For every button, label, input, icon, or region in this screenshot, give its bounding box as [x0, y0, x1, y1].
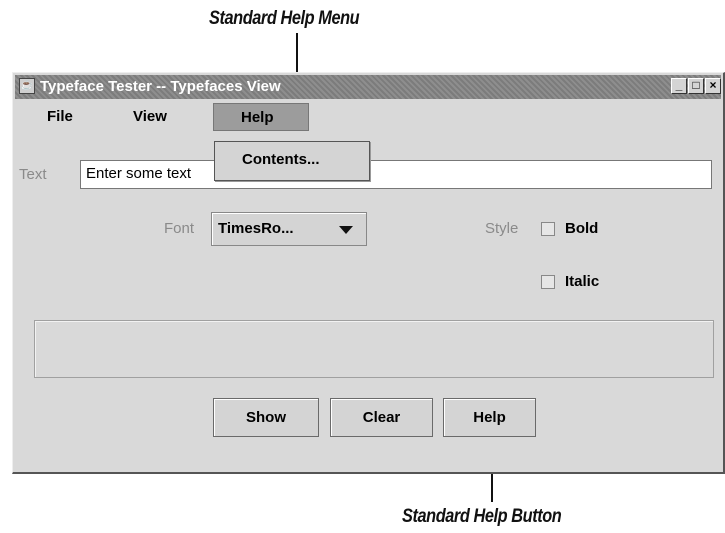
callout-standard-help-button: Standard Help Button [402, 506, 562, 527]
font-label: Font [164, 220, 195, 237]
bold-checkbox[interactable] [541, 222, 555, 236]
style-label: Style [485, 220, 519, 237]
coffee-cup-icon[interactable]: ☕ [19, 78, 35, 94]
italic-checkbox[interactable] [541, 275, 555, 289]
font-select-value: TimesRo... [218, 220, 294, 237]
help-button[interactable]: Help [443, 398, 536, 437]
menu-help-label: Help [241, 109, 274, 126]
help-menu-dropdown: Contents... [214, 141, 370, 181]
bold-label[interactable]: Bold [565, 220, 598, 237]
menu-item-contents[interactable]: Contents... [242, 151, 320, 168]
font-select[interactable]: TimesRo... [211, 212, 367, 246]
text-label: Text [19, 166, 47, 183]
window-controls: _ □ × [671, 78, 721, 94]
menu-bar: File View Help [15, 101, 721, 131]
window-title: Typeface Tester -- Typefaces View [40, 78, 281, 95]
menu-view[interactable]: View [133, 103, 183, 131]
maximize-icon[interactable]: □ [688, 78, 704, 94]
text-input[interactable]: Enter some text [80, 160, 712, 189]
preview-panel [34, 320, 714, 378]
menu-file[interactable]: File [47, 103, 87, 131]
minimize-icon[interactable]: _ [671, 78, 687, 94]
clear-button[interactable]: Clear [330, 398, 433, 437]
close-icon[interactable]: × [705, 78, 721, 94]
menu-help[interactable]: Help [213, 103, 309, 131]
chevron-down-icon[interactable] [339, 226, 353, 234]
title-bar[interactable]: ☕ Typeface Tester -- Typefaces View _ □ … [15, 75, 721, 99]
show-button[interactable]: Show [213, 398, 319, 437]
italic-label[interactable]: Italic [565, 273, 599, 290]
callout-standard-help-menu: Standard Help Menu [209, 8, 360, 29]
